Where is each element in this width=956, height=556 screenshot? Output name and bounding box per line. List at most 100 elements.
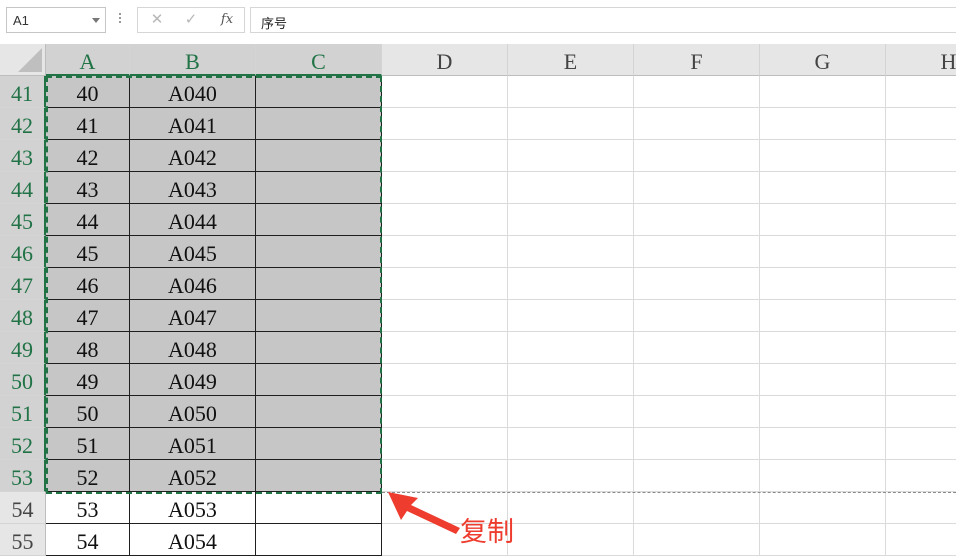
cell-f[interactable] [634,364,760,396]
cell-b[interactable]: A043 [130,172,256,204]
cell-b[interactable]: A046 [130,268,256,300]
cell-c[interactable] [256,524,382,556]
cell-g[interactable] [760,108,886,140]
cell-b[interactable]: A050 [130,396,256,428]
cell-g[interactable] [760,236,886,268]
cell-h[interactable] [886,236,956,268]
cell-d[interactable] [382,140,508,172]
cell-c[interactable] [256,268,382,300]
cell-h[interactable] [886,364,956,396]
column-header-b[interactable]: B [130,44,256,76]
row-header[interactable]: 52 [0,428,46,460]
cell-h[interactable] [886,332,956,364]
row-header[interactable]: 54 [0,492,46,524]
cell-c[interactable] [256,204,382,236]
cell-b[interactable]: A049 [130,364,256,396]
cell-a[interactable]: 54 [46,524,130,556]
cell-d[interactable] [382,268,508,300]
cell-a[interactable]: 51 [46,428,130,460]
cell-e[interactable] [508,76,634,108]
cell-e[interactable] [508,428,634,460]
cell-h[interactable] [886,460,956,492]
cell-a[interactable]: 52 [46,460,130,492]
cell-b[interactable]: A052 [130,460,256,492]
cell-h[interactable] [886,268,956,300]
cell-g[interactable] [760,460,886,492]
cell-c[interactable] [256,300,382,332]
cell-d[interactable] [382,396,508,428]
cancel-icon[interactable]: ✕ [144,10,170,30]
cell-b[interactable]: A054 [130,524,256,556]
cell-c[interactable] [256,492,382,524]
cell-e[interactable] [508,300,634,332]
cell-e[interactable] [508,172,634,204]
enter-icon[interactable]: ✓ [178,10,204,30]
cell-g[interactable] [760,204,886,236]
chevron-down-icon[interactable] [92,18,100,23]
row-header[interactable]: 47 [0,268,46,300]
cell-b[interactable]: A044 [130,204,256,236]
cell-b[interactable]: A042 [130,140,256,172]
column-header-f[interactable]: F [634,44,760,76]
column-header-h[interactable]: H [886,44,956,76]
cell-d[interactable] [382,172,508,204]
cell-h[interactable] [886,300,956,332]
cell-f[interactable] [634,396,760,428]
cell-f[interactable] [634,108,760,140]
cell-h[interactable] [886,492,956,524]
cell-g[interactable] [760,396,886,428]
cell-e[interactable] [508,460,634,492]
row-header[interactable]: 46 [0,236,46,268]
row-header[interactable]: 43 [0,140,46,172]
cell-f[interactable] [634,492,760,524]
row-header[interactable]: 44 [0,172,46,204]
cell-a[interactable]: 49 [46,364,130,396]
cell-c[interactable] [256,460,382,492]
cell-a[interactable]: 40 [46,76,130,108]
cell-f[interactable] [634,236,760,268]
cell-d[interactable] [382,76,508,108]
cell-c[interactable] [256,76,382,108]
cell-c[interactable] [256,396,382,428]
cell-h[interactable] [886,76,956,108]
cell-e[interactable] [508,268,634,300]
column-header-c[interactable]: C [256,44,382,76]
cell-c[interactable] [256,140,382,172]
row-header[interactable]: 51 [0,396,46,428]
cell-e[interactable] [508,108,634,140]
cell-f[interactable] [634,204,760,236]
cell-b[interactable]: A041 [130,108,256,140]
cell-f[interactable] [634,460,760,492]
cell-f[interactable] [634,140,760,172]
column-header-g[interactable]: G [760,44,886,76]
cell-e[interactable] [508,140,634,172]
cell-c[interactable] [256,172,382,204]
cell-h[interactable] [886,140,956,172]
cell-b[interactable]: A048 [130,332,256,364]
cell-a[interactable]: 50 [46,396,130,428]
cell-h[interactable] [886,108,956,140]
row-header[interactable]: 49 [0,332,46,364]
cell-d[interactable] [382,108,508,140]
cell-g[interactable] [760,492,886,524]
cell-b[interactable]: A047 [130,300,256,332]
cell-a[interactable]: 53 [46,492,130,524]
insert-function-icon[interactable]: fx [214,10,240,30]
cell-c[interactable] [256,428,382,460]
cell-g[interactable] [760,332,886,364]
cell-f[interactable] [634,524,760,556]
cell-a[interactable]: 44 [46,204,130,236]
cell-a[interactable]: 41 [46,108,130,140]
cell-g[interactable] [760,428,886,460]
row-header[interactable]: 45 [0,204,46,236]
cell-a[interactable]: 46 [46,268,130,300]
cell-g[interactable] [760,300,886,332]
worksheet-grid[interactable]: ABCDEFGH 41 40 A040 42 41 A041 43 42 A042 44 43 A04… [0,44,956,556]
row-header[interactable]: 53 [0,460,46,492]
cell-c[interactable] [256,364,382,396]
cell-a[interactable]: 43 [46,172,130,204]
cell-a[interactable]: 42 [46,140,130,172]
cell-c[interactable] [256,108,382,140]
column-header-e[interactable]: E [508,44,634,76]
cell-g[interactable] [760,140,886,172]
